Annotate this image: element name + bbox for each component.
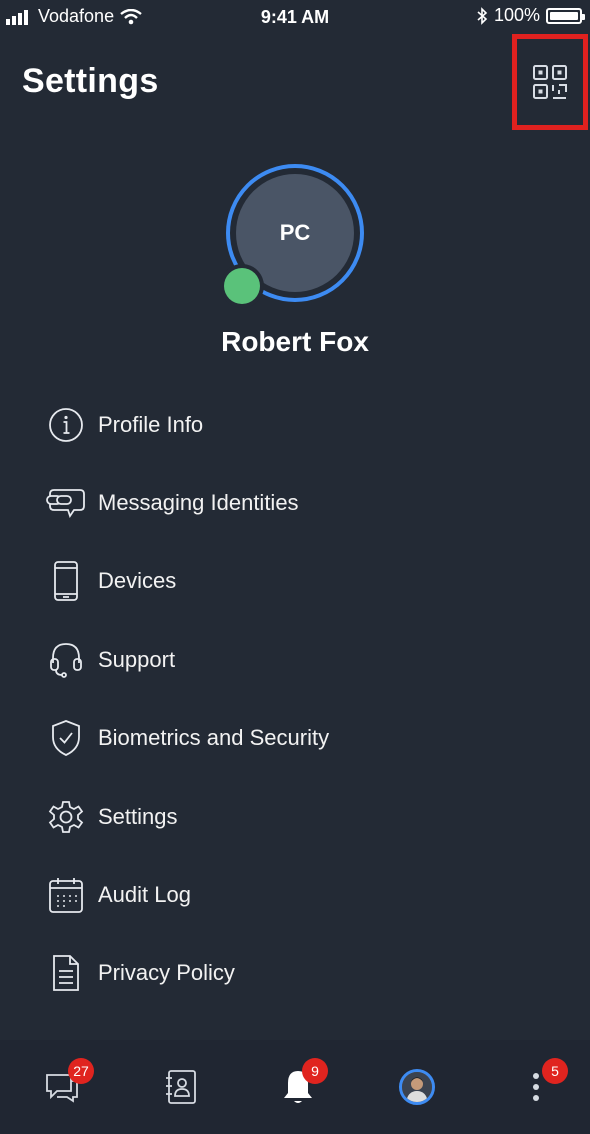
menu-item-label: Messaging Identities [98,490,299,515]
menu-item-label: Settings [98,804,178,829]
menu-item-label: Privacy Policy [98,960,235,985]
chat-link-icon [46,483,86,523]
phone-icon [46,561,86,601]
page-title: Settings [22,62,159,100]
tab-chats[interactable]: 27 [22,1040,102,1134]
shield-check-icon [46,718,86,758]
menu-item-label: Devices [98,568,177,593]
more-badge: 5 [542,1058,568,1084]
presence-status-indicator [220,264,264,308]
chats-badge: 27 [68,1058,94,1084]
status-right: 100% [476,5,585,26]
menu-item-profile-info[interactable]: Profile Info [0,386,590,464]
presence-dot-fill [224,268,260,304]
menu-item-settings[interactable]: Settings [0,778,590,856]
battery-icon [546,7,585,24]
menu-item-label: Biometrics and Security [98,725,330,750]
menu-item-label: Support [98,647,176,672]
qr-code-button[interactable] [512,34,588,130]
notifications-badge: 9 [302,1058,328,1084]
tab-more[interactable]: 5 [496,1040,576,1134]
menu-item-support[interactable]: Support [0,621,590,699]
user-avatar-icon [399,1069,435,1105]
info-icon [46,405,86,445]
status-bar: Vodafone 9:41 AM 100% [0,0,590,36]
headset-icon [46,640,86,680]
tab-notifications[interactable]: 9 [258,1040,338,1134]
battery-percent: 100% [493,5,540,25]
tab-profile[interactable] [377,1040,457,1134]
document-icon [46,953,86,993]
menu-item-biometrics-security[interactable]: Biometrics and Security [0,699,590,777]
menu-item-devices[interactable]: Devices [0,542,590,620]
bottom-tab-bar: 27 9 5 [0,1040,590,1134]
menu-item-label: Profile Info [98,412,204,437]
more-vertical-icon [533,1073,539,1101]
menu-item-label: Audit Log [98,882,191,907]
qr-code-icon [533,65,567,99]
bluetooth-icon [477,6,488,25]
menu-item-audit-log[interactable]: Audit Log [0,856,590,934]
menu-item-messaging-identities[interactable]: Messaging Identities [0,464,590,542]
contacts-book-icon [166,1070,196,1104]
menu-item-privacy-policy[interactable]: Privacy Policy [0,934,590,1012]
tab-contacts[interactable] [140,1040,220,1134]
calendar-icon [46,875,86,915]
gear-icon [46,797,86,837]
avatar-initials: PC [279,220,311,245]
profile-name: Robert Fox [221,326,369,357]
